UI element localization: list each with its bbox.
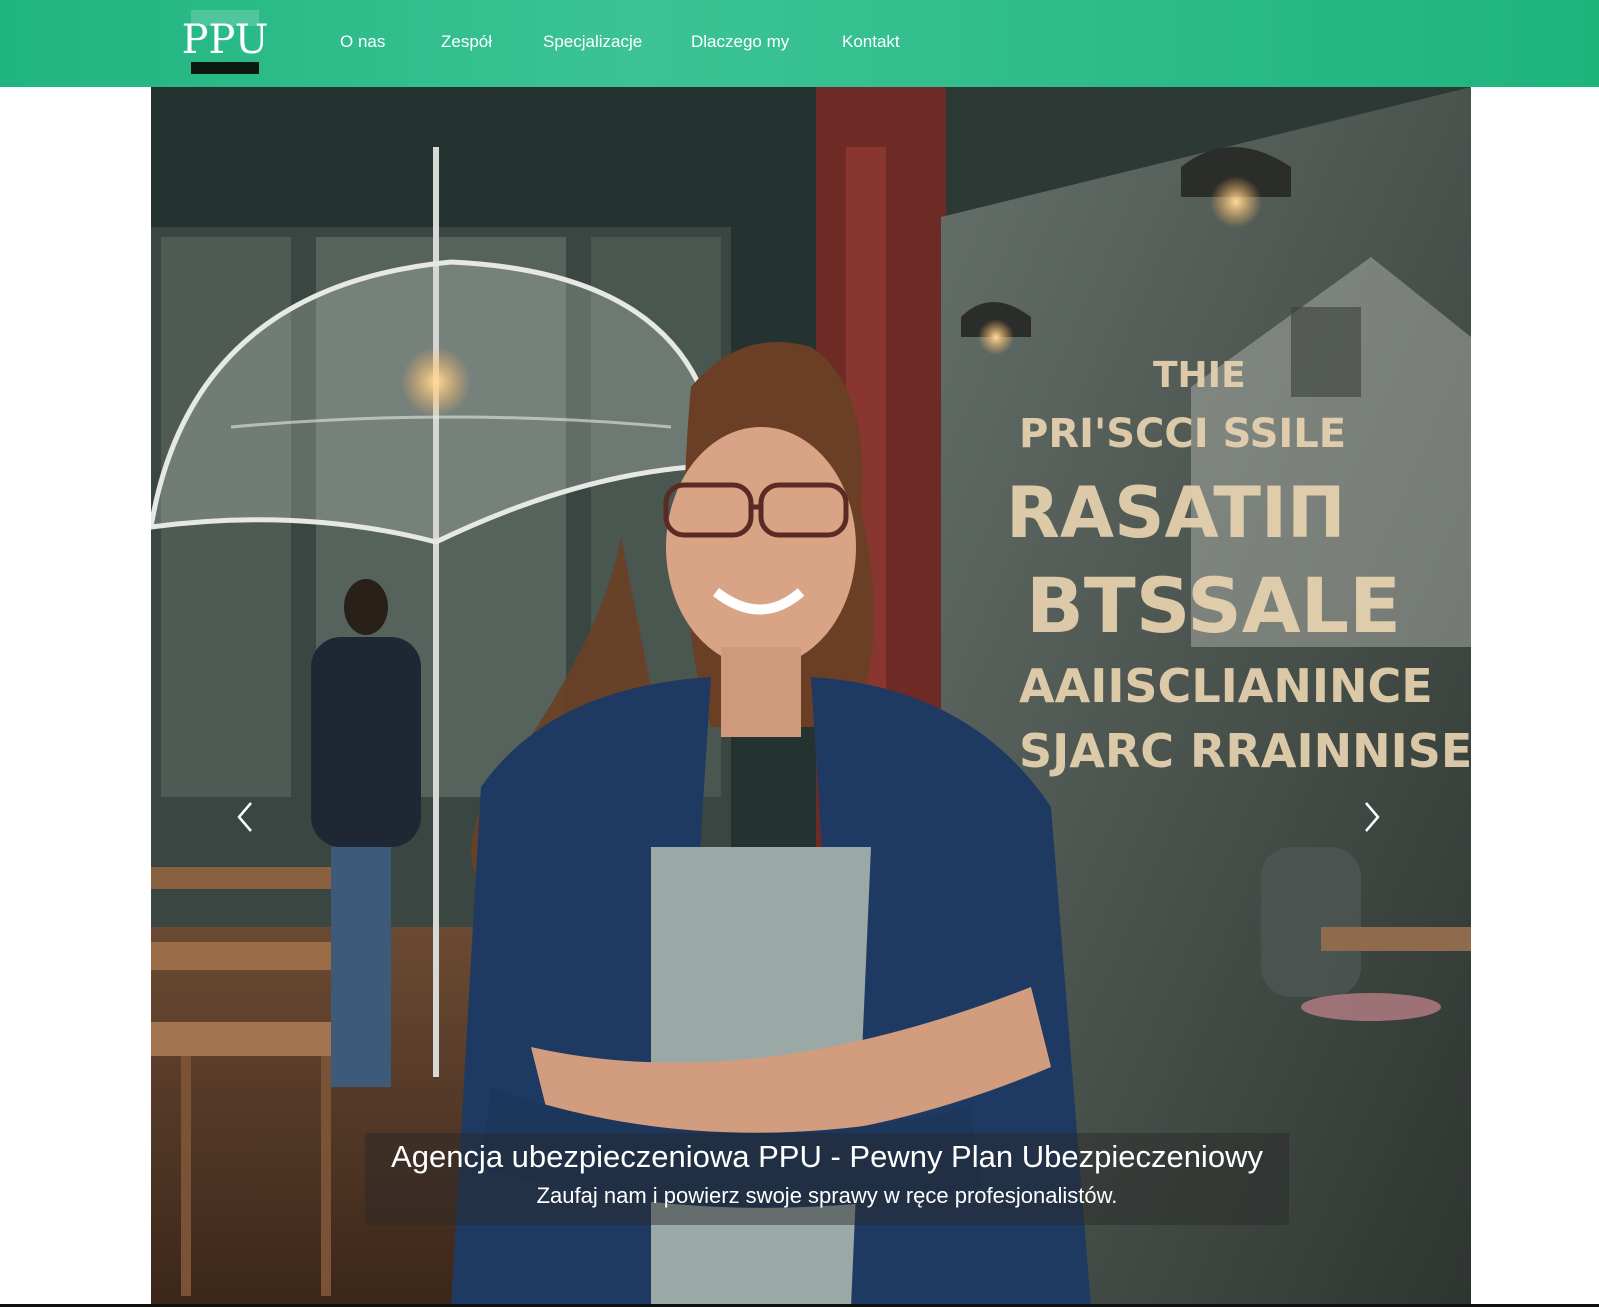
nav-link-dlaczego-my[interactable]: Dlaczego my (691, 31, 789, 53)
window-text-line-5: AAIISCLIANINCE (1019, 659, 1433, 713)
hero-slide-image: THIE PRI'SCCI SSILE RASATIΠ BTSSALE AAII… (151, 87, 1471, 1307)
nav-link-o-nas[interactable]: O nas (340, 31, 385, 53)
hero-carousel: THIE PRI'SCCI SSILE RASATIΠ BTSSALE AAII… (151, 87, 1471, 1307)
nav-link-zespol[interactable]: Zespół (441, 31, 492, 53)
carousel-prev-button[interactable] (225, 787, 265, 847)
window-text-line-1: THIE (1153, 355, 1246, 396)
top-navbar: PPU O nas Zespół Specjalizacje Dlaczego … (0, 0, 1599, 87)
logo-underline (191, 62, 259, 74)
window-text-line-3: RASATIΠ (1006, 472, 1346, 554)
carousel-next-button[interactable] (1352, 787, 1392, 847)
carousel-caption: Agencja ubezpieczeniowa PPU - Pewny Plan… (365, 1133, 1289, 1225)
chevron-left-icon (237, 802, 252, 832)
chevron-right-icon (1365, 802, 1380, 832)
window-text-line-2: PRI'SCCI SSILE (1019, 411, 1346, 457)
window-text-line-6: SJARC RRAINNISE (1019, 724, 1471, 778)
caption-subtitle: Zaufaj nam i powierz swoje sprawy w ręce… (536, 1183, 1118, 1208)
nav-link-kontakt[interactable]: Kontakt (842, 31, 900, 53)
brand-logo[interactable]: PPU (181, 10, 269, 74)
nav-link-specjalizacje[interactable]: Specjalizacje (543, 31, 642, 53)
logo-text: PPU (181, 17, 269, 63)
window-text-line-4: BTSSALE (1026, 561, 1401, 650)
caption-title: Agencja ubezpieczeniowa PPU - Pewny Plan… (391, 1139, 1263, 1174)
